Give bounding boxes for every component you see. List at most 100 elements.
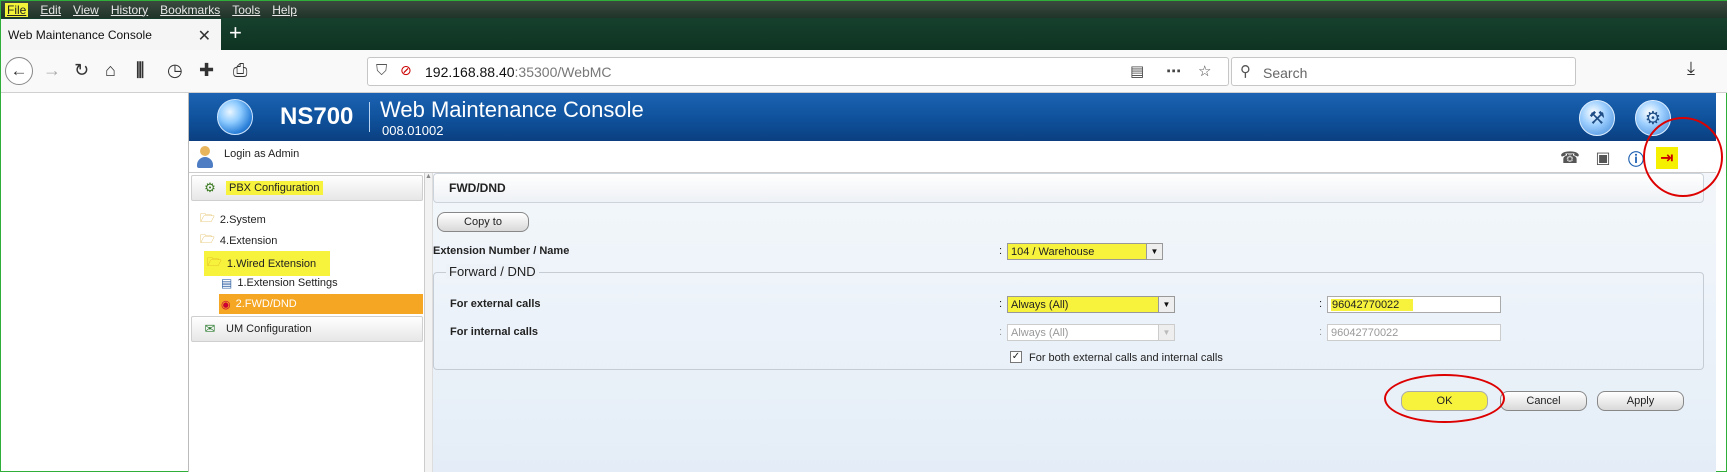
history-clock-icon[interactable]: ◷: [167, 60, 183, 81]
extension-select-value: 104 / Warehouse: [1011, 245, 1095, 258]
sidebar-section-label: PBX Configuration: [226, 181, 323, 195]
back-icon[interactable]: ←: [5, 57, 33, 85]
phone-icon[interactable]: ☎: [1559, 147, 1581, 169]
logout-exit-icon[interactable]: ⇥: [1656, 147, 1678, 169]
menu-file[interactable]: File: [5, 2, 29, 17]
internal-mode-value: Always (All): [1011, 326, 1069, 339]
sidebar-item-label: 1.Wired Extension: [226, 257, 317, 270]
reload-icon[interactable]: ↻: [74, 60, 89, 81]
sidebar-item-wired-extension[interactable]: 🗁 1.Wired Extension: [204, 251, 331, 276]
sidebar-item-extension[interactable]: 🗁 4.Extension: [200, 230, 277, 251]
url-text[interactable]: 192.168.88.40:35300/WebMC: [425, 64, 612, 80]
setup-gear-icon[interactable]: ⚙: [1635, 100, 1671, 136]
chevron-down-icon[interactable]: ▼: [1158, 325, 1174, 340]
external-mode-select[interactable]: Always (All) ▼: [1007, 296, 1175, 313]
menu-history[interactable]: History: [111, 3, 148, 17]
internal-mode-select[interactable]: Always (All) ▼: [1007, 324, 1175, 341]
sidebar-item-label: 2.System: [219, 213, 266, 226]
colon: :: [1319, 326, 1323, 338]
nav-bar: ← → ↻ ⌂ ⫼ ◷ ✚ ⎙ ⛉ ⊘ 192.168.88.40:35300/…: [1, 50, 1727, 93]
sidebar-section-um[interactable]: ✉ UM Configuration: [191, 316, 423, 342]
external-number-input[interactable]: 96042770022: [1327, 296, 1501, 313]
menu-view[interactable]: View: [73, 3, 99, 17]
brand-name: NS700: [280, 103, 354, 130]
tab-title: Web Maintenance Console: [8, 27, 152, 42]
app-banner: NS700 Web Maintenance Console 008.01002 …: [189, 93, 1716, 141]
forward-dnd-legend: Forward / DND: [446, 264, 539, 279]
chevron-down-icon[interactable]: ▼: [1146, 244, 1162, 259]
new-tab-icon[interactable]: +: [229, 20, 242, 46]
search-placeholder: Search: [1263, 65, 1308, 81]
pbx-config-icon: ⚙: [204, 180, 216, 195]
menu-bookmarks[interactable]: Bookmarks: [160, 3, 220, 17]
search-icon: ⚲: [1240, 63, 1251, 80]
reader-view-icon[interactable]: ▤: [1130, 62, 1144, 80]
um-config-icon: ✉: [204, 321, 216, 336]
login-bar: Login as Admin ☎ ▣ ⓘ ⇥: [189, 141, 1716, 173]
sidebar-item-system[interactable]: 🗁 2.System: [200, 209, 266, 230]
download-icon[interactable]: ⤓: [1687, 58, 1695, 79]
sidebar-scrollbar[interactable]: ▲: [425, 173, 433, 472]
both-calls-checkbox[interactable]: ✓: [1010, 351, 1022, 363]
menu-bar: File Edit View History Bookmarks Tools H…: [1, 1, 1727, 18]
url-host: 192.168.88.40: [425, 64, 515, 80]
menu-edit[interactable]: Edit: [40, 3, 61, 17]
fwd-dnd-icon: ◉: [221, 298, 231, 311]
tab-strip: Web Maintenance Console ✕ +: [1, 18, 1727, 50]
main-content: FWD/DND Copy to Extension Number / Name …: [433, 173, 1716, 472]
colon: :: [999, 245, 1003, 257]
browser-tab[interactable]: Web Maintenance Console ✕: [1, 19, 221, 50]
app-title: Web Maintenance Console: [380, 97, 644, 122]
both-calls-label: For both external calls and internal cal…: [1029, 352, 1223, 364]
folder-icon: 🗁: [200, 211, 215, 225]
info-icon[interactable]: ⓘ: [1625, 147, 1647, 169]
extension-label: Extension Number / Name: [433, 245, 570, 257]
extension-select[interactable]: 104 / Warehouse ▼: [1007, 243, 1163, 260]
sidebar-item-label: 1.Extension Settings: [237, 277, 338, 289]
settings-page-icon: ▤: [221, 276, 233, 290]
home-icon[interactable]: ⌂: [105, 60, 116, 81]
menu-tools[interactable]: Tools: [232, 3, 260, 17]
folder-open-icon: 🗁: [207, 255, 222, 269]
forward-icon[interactable]: →: [43, 60, 61, 81]
chevron-down-icon[interactable]: ▼: [1158, 297, 1174, 312]
apply-button[interactable]: Apply: [1597, 391, 1684, 411]
save-disk-icon[interactable]: ▣: [1592, 147, 1614, 169]
more-actions-icon[interactable]: ⋯: [1166, 62, 1181, 80]
sidebar: ⚙ PBX Configuration 🗁 2.System 🗁 4.Exten…: [189, 173, 425, 472]
library-icon[interactable]: ⫼: [136, 60, 144, 81]
shield-icon[interactable]: ⛉: [376, 62, 387, 79]
menu-help[interactable]: Help: [272, 3, 297, 17]
url-path: :35300/WebMC: [514, 64, 612, 80]
external-number-value: 96042770022: [1331, 298, 1414, 311]
copy-to-button[interactable]: Copy to: [437, 212, 529, 232]
colon: :: [999, 326, 1003, 338]
sidebar-item-extension-settings[interactable]: ▤ 1.Extension Settings: [221, 276, 338, 290]
insecure-lock-icon[interactable]: ⊘: [400, 62, 412, 79]
maintenance-hammer-icon[interactable]: ⚒: [1579, 100, 1615, 136]
internal-calls-label: For internal calls: [450, 326, 539, 338]
internal-number-input[interactable]: 96042770022: [1327, 324, 1501, 341]
cancel-button[interactable]: Cancel: [1500, 391, 1587, 411]
sidebar-section-pbx[interactable]: ⚙ PBX Configuration: [191, 175, 423, 201]
sidebar-item-label: 2.FWD/DND: [235, 298, 297, 310]
extensions-puzzle-icon[interactable]: ✚: [199, 60, 214, 81]
bookmark-star-icon[interactable]: ☆: [1198, 62, 1211, 80]
globe-icon: [217, 99, 253, 135]
page-title: FWD/DND: [433, 173, 1704, 203]
sidebar-item-label: 4.Extension: [219, 234, 278, 247]
ok-button[interactable]: OK: [1401, 391, 1488, 411]
close-tab-icon[interactable]: ✕: [198, 26, 211, 46]
sidebar-item-fwd-dnd[interactable]: ◉ 2.FWD/DND: [219, 294, 423, 314]
folder-open-icon: 🗁: [200, 232, 215, 246]
web-page: NS700 Web Maintenance Console 008.01002 …: [188, 93, 1716, 472]
external-calls-label: For external calls: [450, 298, 541, 310]
print-icon[interactable]: ⎙: [233, 60, 247, 81]
colon: :: [999, 298, 1003, 310]
url-bar[interactable]: ⛉ ⊘ 192.168.88.40:35300/WebMC ▤ ⋯ ☆: [367, 57, 1229, 86]
banner-divider: [369, 102, 370, 132]
search-box[interactable]: ⚲ Search: [1231, 57, 1576, 86]
app-version: 008.01002: [382, 123, 444, 138]
external-mode-value: Always (All): [1011, 298, 1069, 311]
colon: :: [1319, 298, 1323, 310]
